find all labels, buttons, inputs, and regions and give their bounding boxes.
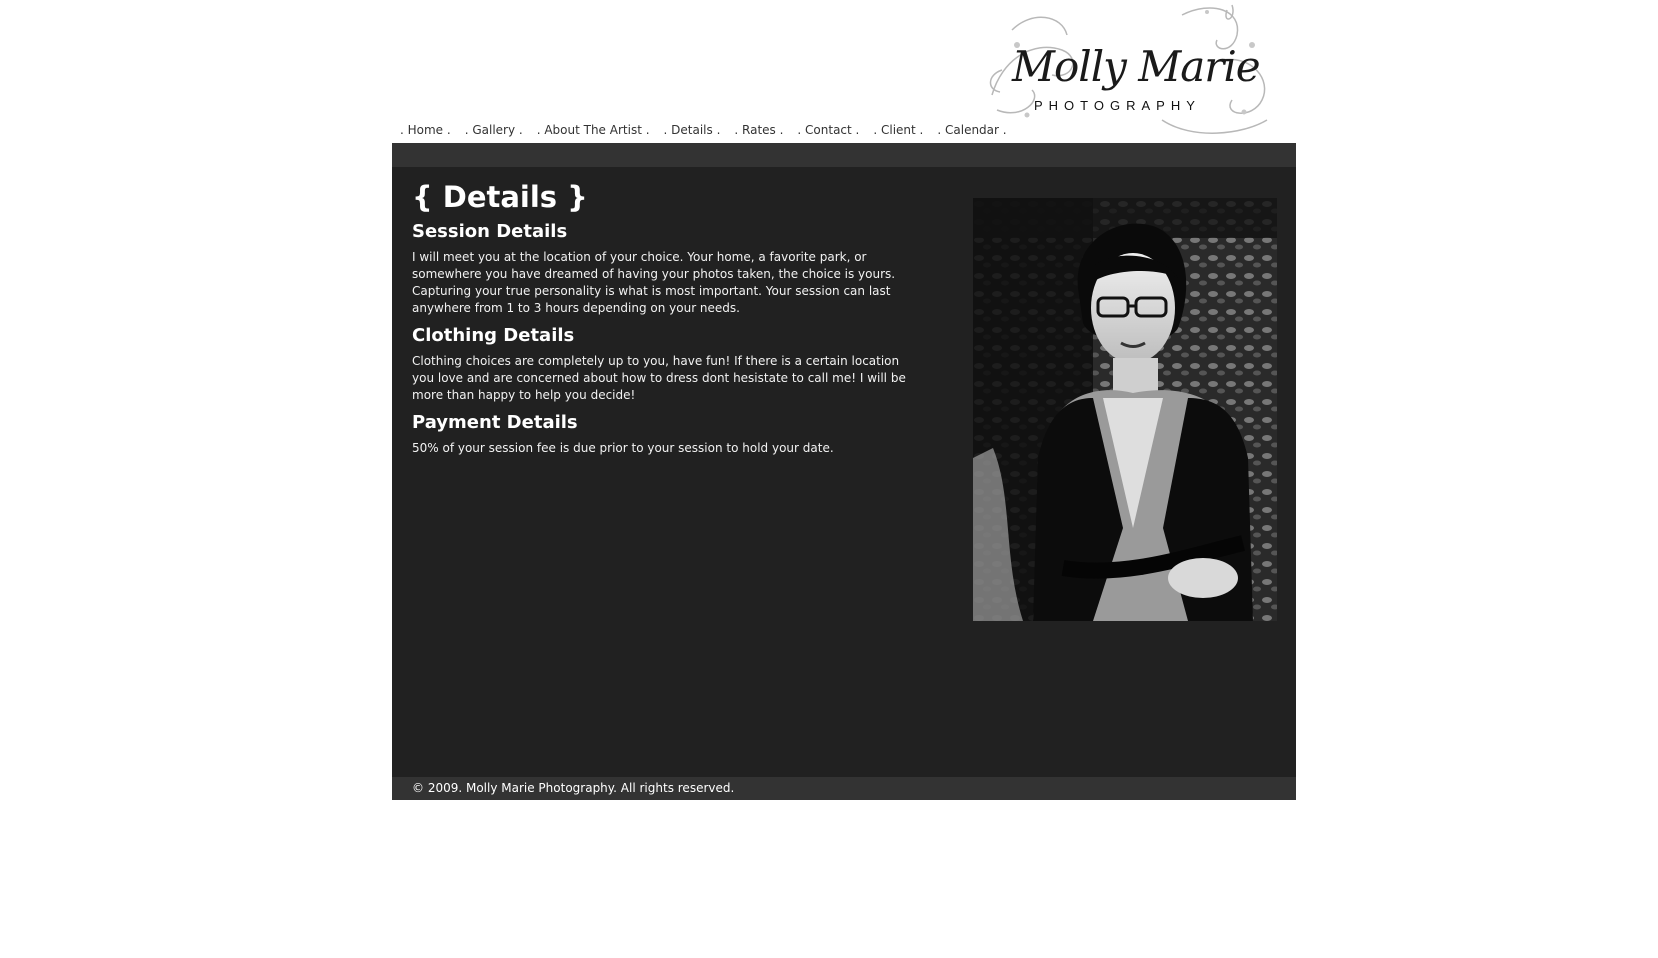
nav-about-the-artist[interactable]: . About The Artist . [537, 123, 650, 137]
nav-details[interactable]: . Details . [664, 123, 721, 137]
top-bar [392, 143, 1296, 167]
nav-rates[interactable]: . Rates . [734, 123, 783, 137]
main-content-area: { Details } Session Details I will meet … [392, 167, 1296, 777]
copyright-text: © 2009. Molly Marie Photography. All rig… [412, 781, 735, 795]
nav-client[interactable]: . Client . [873, 123, 923, 137]
page-wrapper: Molly Marie PHOTOGRAPHY . Home . . Galle… [392, 0, 1296, 800]
section-body-clothing: Clothing choices are completely up to yo… [412, 354, 906, 402]
section-heading-session: Session Details [412, 221, 568, 242]
nav-home[interactable]: . Home . [400, 123, 451, 137]
site-header: Molly Marie PHOTOGRAPHY . Home . . Galle… [392, 0, 1296, 143]
logo-script-text: Molly Marie [1012, 42, 1261, 91]
nav-gallery[interactable]: . Gallery . [465, 123, 523, 137]
section-body-payment: 50% of your session fee is due prior to … [412, 441, 834, 455]
section-body-session: I will meet you at the location of your … [412, 250, 896, 315]
portrait-image [973, 198, 1277, 621]
site-footer: © 2009. Molly Marie Photography. All rig… [392, 777, 1296, 800]
section-heading-payment: Payment Details [412, 412, 578, 433]
page-title: { Details } [412, 180, 588, 214]
nav-contact[interactable]: . Contact . [797, 123, 859, 137]
section-heading-clothing: Clothing Details [412, 325, 575, 346]
logo-sub-text: PHOTOGRAPHY [1034, 98, 1201, 113]
nav-calendar[interactable]: . Calendar . [937, 123, 1006, 137]
site-logo[interactable]: Molly Marie PHOTOGRAPHY [982, 0, 1282, 143]
portrait-photo [973, 198, 1277, 621]
main-nav: . Home . . Gallery . . About The Artist … [400, 123, 1021, 137]
details-content: { Details } Session Details I will meet … [412, 179, 912, 465]
